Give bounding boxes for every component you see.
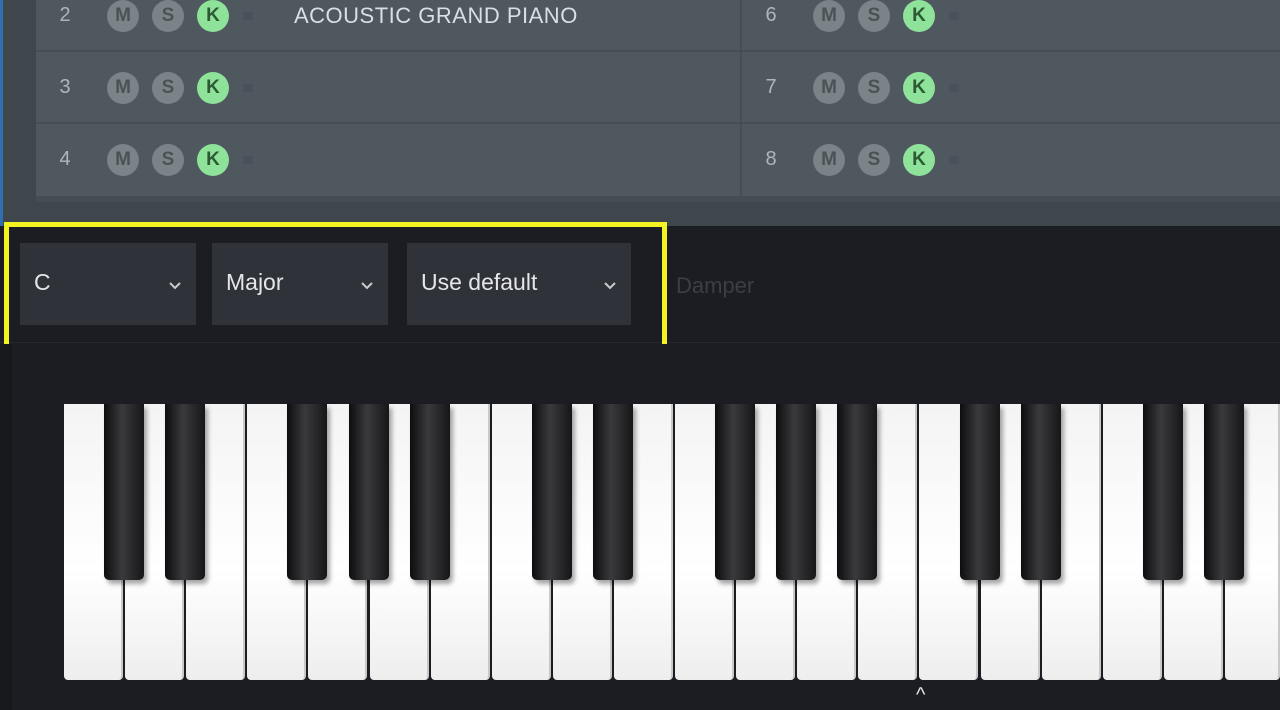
black-key[interactable] bbox=[1204, 404, 1244, 580]
black-key[interactable] bbox=[1143, 404, 1183, 580]
black-key[interactable] bbox=[104, 404, 144, 580]
black-key[interactable] bbox=[837, 404, 877, 580]
octave-marker: ^ bbox=[916, 684, 926, 706]
black-key[interactable] bbox=[349, 404, 389, 580]
black-key[interactable] bbox=[960, 404, 1000, 580]
black-key[interactable] bbox=[287, 404, 327, 580]
black-key[interactable] bbox=[715, 404, 755, 580]
black-key[interactable] bbox=[776, 404, 816, 580]
black-key[interactable] bbox=[593, 404, 633, 580]
black-key[interactable] bbox=[1021, 404, 1061, 580]
black-key[interactable] bbox=[410, 404, 450, 580]
black-key[interactable] bbox=[165, 404, 205, 580]
piano-keys bbox=[0, 0, 1280, 710]
black-key[interactable] bbox=[532, 404, 572, 580]
